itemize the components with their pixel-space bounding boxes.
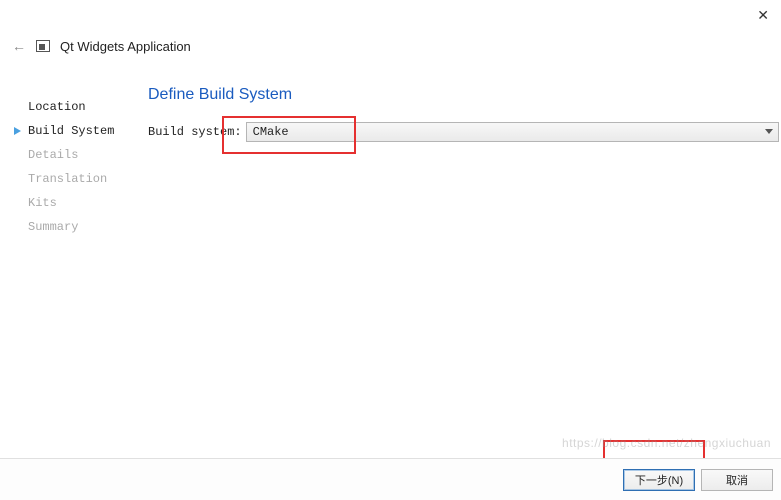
- sidebar-item-translation: Translation: [28, 167, 138, 191]
- sidebar-item-label: Details: [28, 148, 78, 162]
- active-step-arrow-icon: [14, 127, 21, 135]
- close-icon[interactable]: ✕: [757, 7, 769, 24]
- build-system-select[interactable]: CMake: [246, 122, 779, 142]
- watermark: https://blog.csdn.net/zhengxiuchuan: [562, 436, 771, 450]
- sidebar-item-details: Details: [28, 143, 138, 167]
- app-icon: [36, 40, 50, 52]
- build-system-label: Build system:: [148, 125, 244, 139]
- main-pane: Define Build System Build system: CMake: [148, 86, 779, 142]
- build-system-value: CMake: [253, 125, 289, 139]
- header: ← Qt Widgets Application: [12, 38, 191, 54]
- wizard-steps: Location Build System Details Translatio…: [28, 95, 138, 239]
- sidebar-item-location: Location: [28, 95, 138, 119]
- sidebar-item-label: Summary: [28, 220, 78, 234]
- back-arrow-icon[interactable]: ←: [12, 38, 26, 54]
- sidebar-item-label: Build System: [28, 124, 114, 138]
- sidebar-item-kits: Kits: [28, 191, 138, 215]
- next-button-label: 下一步(N): [635, 472, 683, 488]
- next-button[interactable]: 下一步(N): [623, 469, 695, 491]
- sidebar-item-label: Translation: [28, 172, 107, 186]
- cancel-button[interactable]: 取消: [701, 469, 773, 491]
- sidebar-item-build-system: Build System: [28, 119, 138, 143]
- sidebar-item-summary: Summary: [28, 215, 138, 239]
- window-title: Qt Widgets Application: [60, 39, 191, 54]
- page-heading: Define Build System: [148, 86, 779, 104]
- cancel-button-label: 取消: [726, 472, 748, 488]
- footer: 下一步(N) 取消: [0, 458, 781, 500]
- sidebar-item-label: Kits: [28, 196, 57, 210]
- sidebar-item-label: Location: [28, 100, 86, 114]
- build-system-row: Build system: CMake: [148, 122, 779, 142]
- chevron-down-icon: [765, 129, 773, 134]
